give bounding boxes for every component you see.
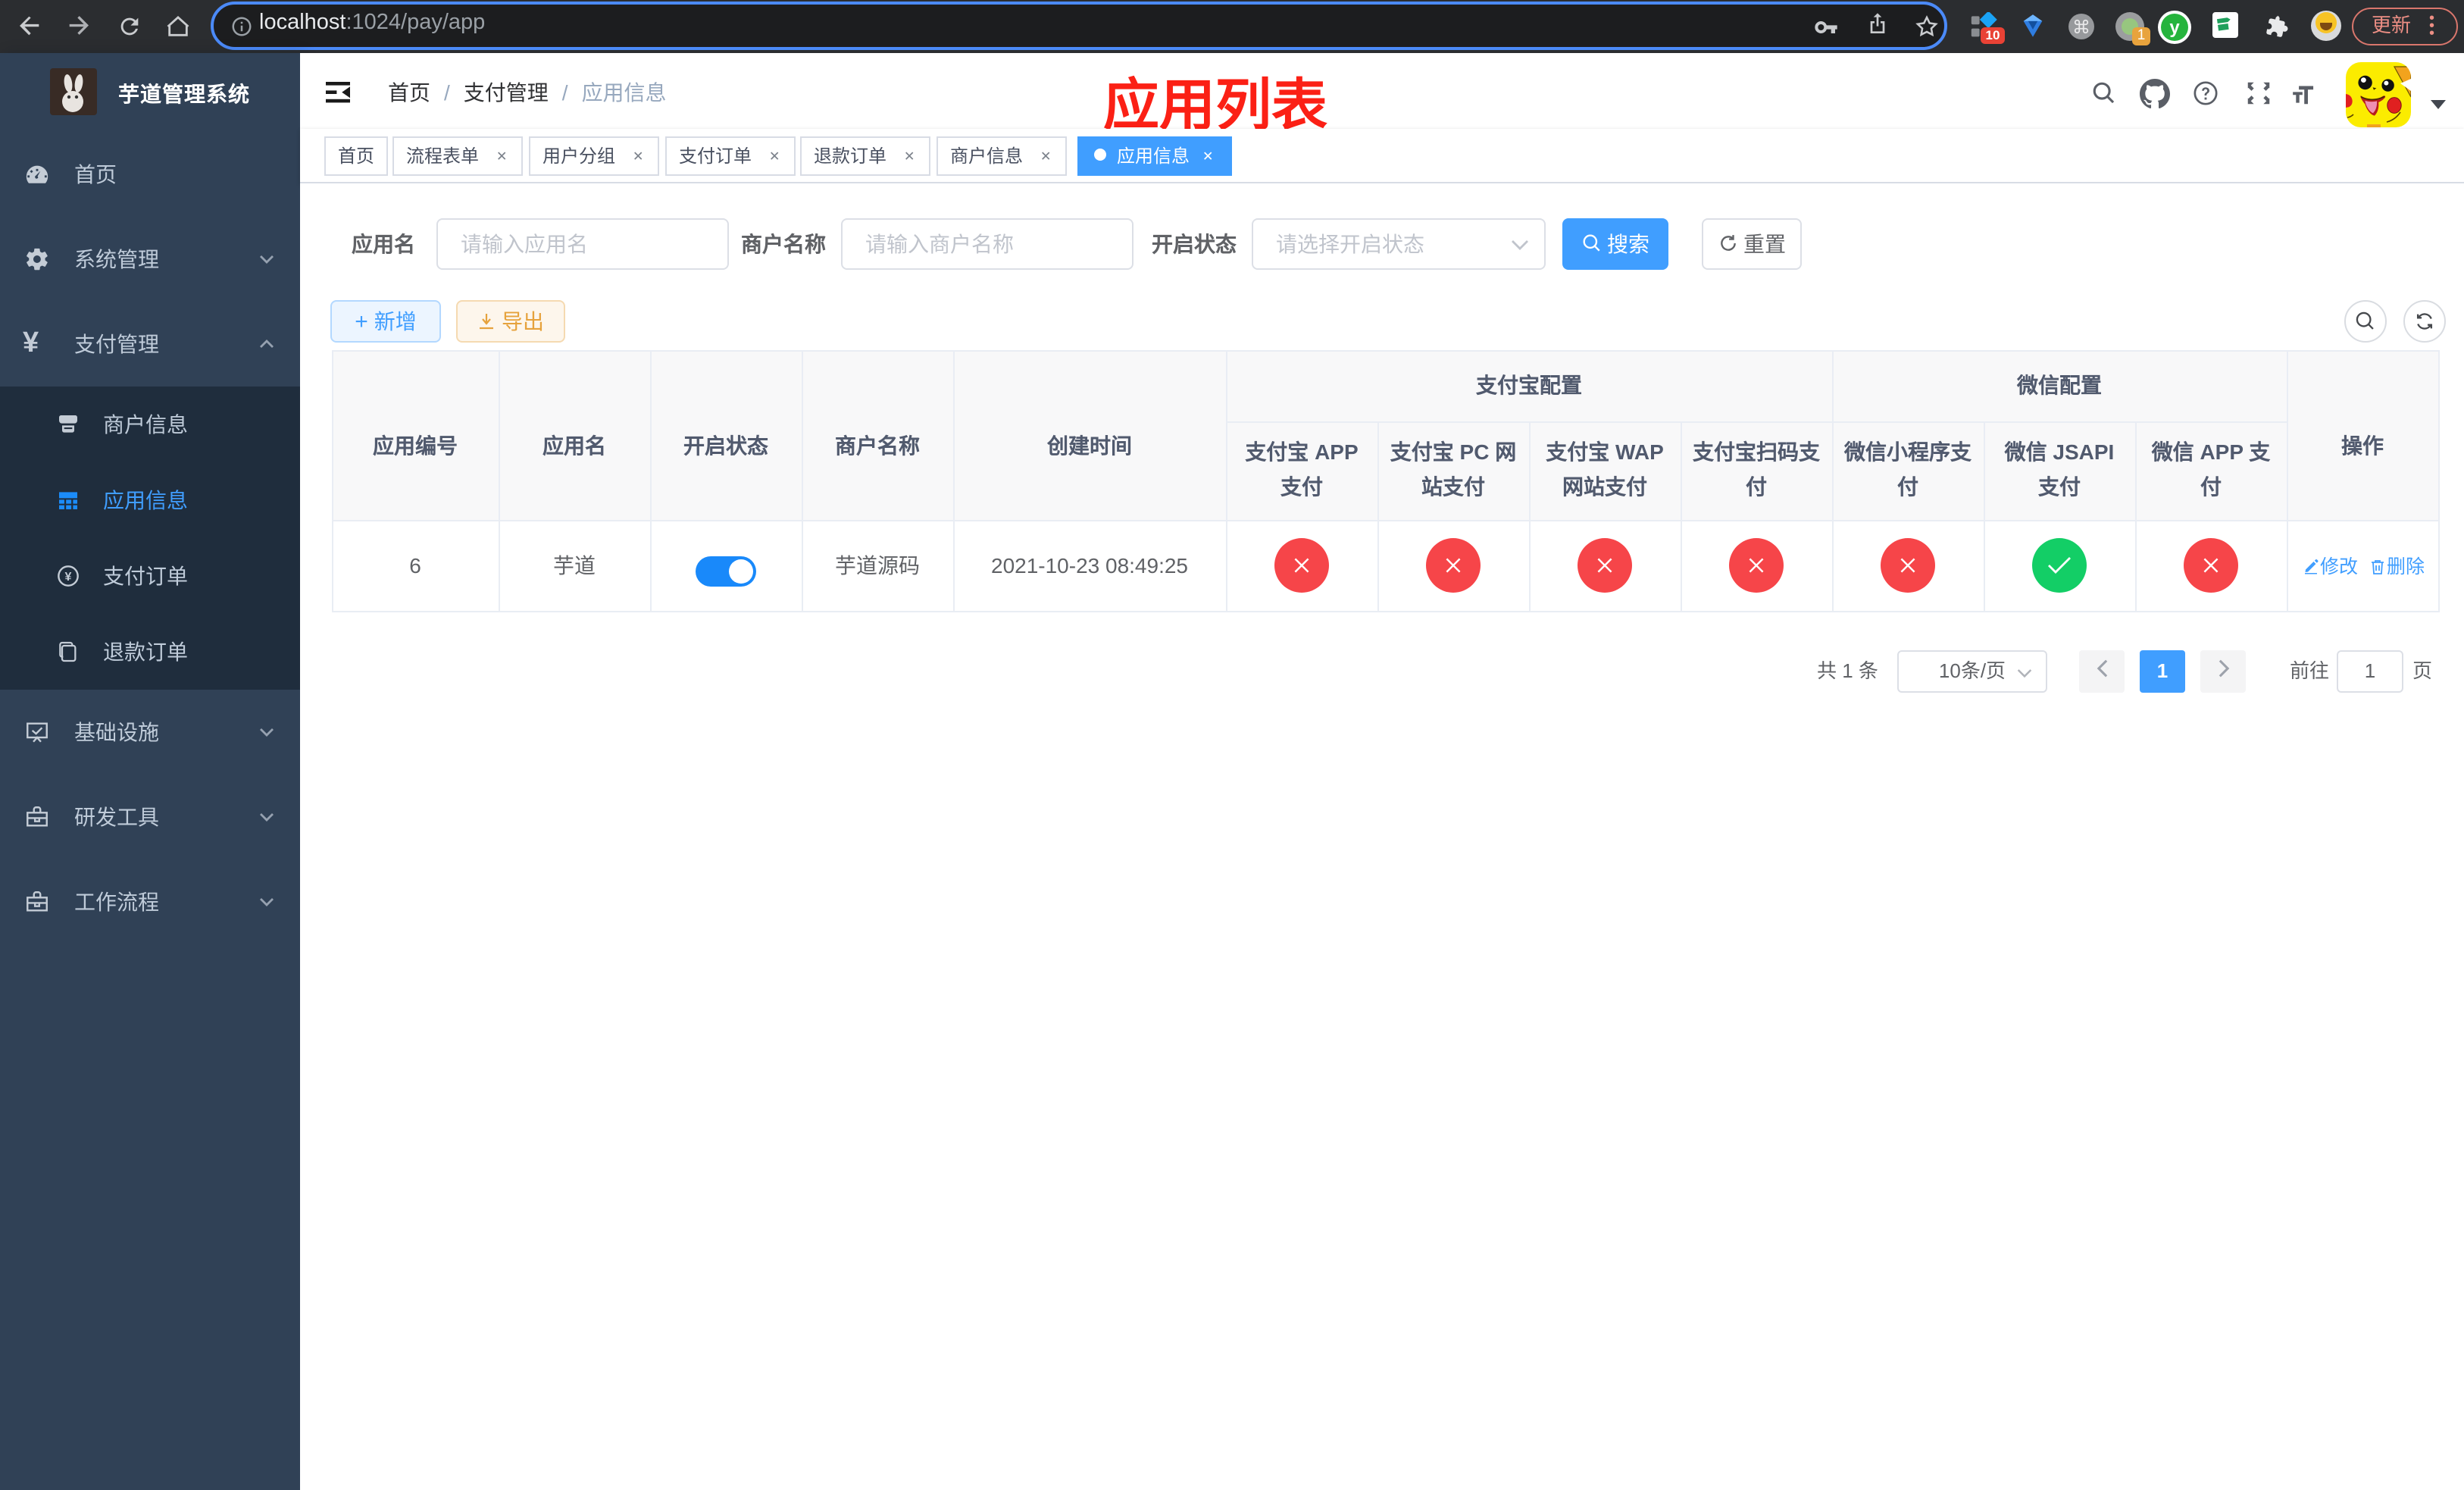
svg-text:¥: ¥ — [65, 571, 72, 584]
